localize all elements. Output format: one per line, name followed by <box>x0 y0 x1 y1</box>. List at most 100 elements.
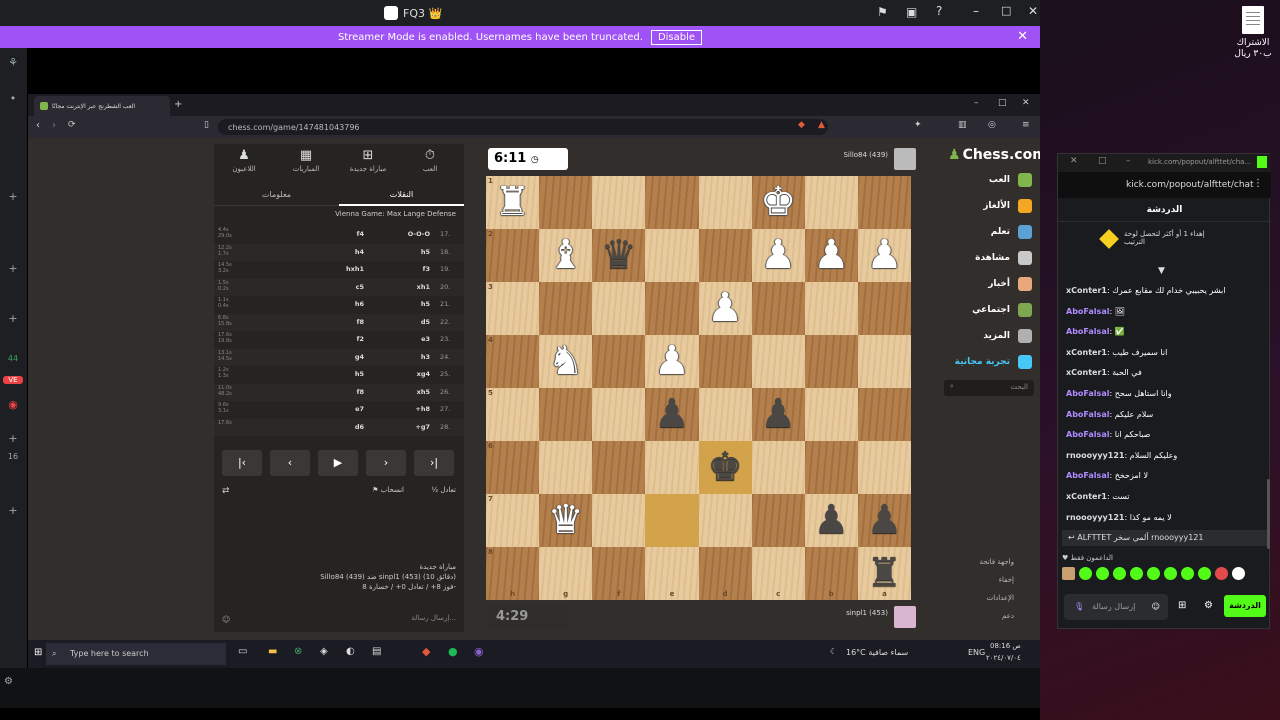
board-square[interactable]: a ♜ <box>857 547 911 600</box>
bookmark-icon[interactable]: ▯ <box>204 120 209 130</box>
chat-username[interactable]: rnoooyyy121 <box>1066 451 1124 460</box>
chat-message[interactable]: AboFalsal: سلام عليكم <box>1066 405 1259 425</box>
black-queen-icon[interactable]: ♛ <box>592 229 645 282</box>
move-row[interactable]: 17.6s 19.8s 23. e3 f2 <box>214 331 464 348</box>
settings-icon[interactable]: ⚙ <box>4 676 13 687</box>
nav-item[interactable]: أخبار <box>952 274 1032 294</box>
white-move[interactable]: h5 <box>390 248 430 256</box>
chat-username[interactable]: xConter1 <box>1066 492 1107 501</box>
white-move[interactable]: +g7 <box>390 423 430 431</box>
move-row[interactable]: 12.2s 1.7s 18. h5 h4 <box>214 243 464 261</box>
white-king-icon[interactable]: ♚ <box>752 176 805 229</box>
board-square[interactable]: g <box>539 547 593 600</box>
inbox-icon[interactable]: ⚑ <box>877 5 888 19</box>
gift-icon[interactable]: ⊞ <box>1178 600 1186 611</box>
chat-message-input[interactable]: 🎙 إرسال رسالة ☺ <box>1064 594 1168 620</box>
emote-icon[interactable] <box>1232 567 1245 580</box>
store-icon[interactable]: ▤ <box>372 646 381 657</box>
minimize-icon[interactable]: – <box>974 98 979 108</box>
white-pawn-icon[interactable]: ♟ <box>752 229 805 282</box>
clock-date[interactable]: ٢٠٢٤/٠٧/٠٤ <box>986 654 1021 662</box>
board-square[interactable]: 4 <box>486 335 540 388</box>
white-move[interactable]: xh1 <box>390 283 430 291</box>
nav-item[interactable]: الألغاز <box>952 196 1032 216</box>
board-square[interactable] <box>698 494 752 547</box>
board-square[interactable] <box>592 388 646 441</box>
board-square[interactable]: 2 <box>486 229 540 282</box>
player-info[interactable]: sinpl1 (453) <box>786 606 916 630</box>
forward-icon[interactable]: › <box>52 120 56 131</box>
board-square[interactable] <box>592 441 646 494</box>
white-move[interactable]: h3 <box>390 353 430 361</box>
language[interactable]: ENG <box>968 648 985 657</box>
maximize-icon[interactable]: □ <box>998 98 1007 108</box>
url-input[interactable]: chess.com/game/147481043796 <box>218 119 828 135</box>
emoji-icon[interactable]: ☺ <box>222 615 230 624</box>
desktop-file-icon[interactable]: الاشتراك ب٣٠ ريال <box>1228 6 1278 60</box>
board-square[interactable]: ♞ <box>539 335 593 388</box>
move-row[interactable]: 13.1s 14.5s 24. h3 g4 <box>214 348 464 366</box>
board-square[interactable]: 3 <box>486 282 540 335</box>
chat-username[interactable]: AboFalsal <box>1066 307 1109 316</box>
white-move[interactable]: +h8 <box>390 405 430 413</box>
move-row[interactable]: 17.6s 28. +g7 d6 <box>214 418 464 436</box>
black-move[interactable]: hxh1 <box>324 265 364 273</box>
board-square[interactable] <box>645 441 699 494</box>
board-square[interactable] <box>592 335 646 388</box>
xbox-icon[interactable]: ⊗ <box>294 646 302 657</box>
settings-item[interactable]: الإعدادات <box>952 594 1032 602</box>
white-move[interactable]: xh5 <box>390 388 430 396</box>
nav-item[interactable]: مشاهدة <box>952 248 1032 268</box>
board-square[interactable]: ♚ <box>751 176 805 229</box>
previous-move-button[interactable]: ‹ <box>270 450 310 476</box>
chat-message[interactable]: AboFalsal: وانا استاهل سحح <box>1066 384 1259 404</box>
chat-username[interactable]: AboFalsal <box>1066 430 1109 439</box>
board-square[interactable] <box>698 388 752 441</box>
board-square[interactable] <box>645 176 699 229</box>
clock-time[interactable]: 08:16 ص <box>990 642 1021 650</box>
black-move[interactable]: e7 <box>324 405 364 413</box>
app-icon[interactable]: ◉ <box>474 645 484 658</box>
resign-button[interactable]: ⚑ انسحاب <box>372 486 404 494</box>
board-square[interactable] <box>698 335 752 388</box>
black-move[interactable]: h5 <box>324 370 364 378</box>
chat-message[interactable]: xConter1: في الحبة <box>1066 363 1259 383</box>
board-square[interactable]: 5 <box>486 388 540 441</box>
board-square[interactable]: 1 ♜ <box>486 176 540 229</box>
chat-message[interactable]: AboFalsal: صباحكم انا <box>1066 425 1259 445</box>
chat-username[interactable]: xConter1 <box>1066 368 1107 377</box>
brave-icon[interactable]: ◆ <box>422 645 430 658</box>
emote-icon[interactable] <box>1130 567 1143 580</box>
back-icon[interactable]: ‹ <box>36 120 40 131</box>
kick-url[interactable]: kick.com/popout/alfttet/chat <box>1126 180 1254 190</box>
flip-board-icon[interactable]: ⇄ <box>222 486 230 496</box>
board-square[interactable]: ♛ <box>539 494 593 547</box>
emote-icon[interactable] <box>1113 567 1126 580</box>
black-king-icon[interactable]: ♚ <box>699 441 752 494</box>
board-square[interactable]: ♟ <box>751 229 805 282</box>
maximize-icon[interactable]: □ <box>1001 4 1011 17</box>
extension-icon[interactable]: ✦ <box>914 120 922 130</box>
emote-icon[interactable] <box>1198 567 1211 580</box>
chat-input[interactable]: ☺ إرسال رسالة... <box>222 614 456 628</box>
minimize-icon[interactable]: – <box>973 4 979 18</box>
vpn-icon[interactable]: ◎ <box>988 120 996 130</box>
black-pawn-icon[interactable]: ♟ <box>805 494 858 547</box>
black-rook-icon[interactable]: ♜ <box>858 547 911 600</box>
chat-message[interactable]: xConter1: ابشر يحبيبي خدام لك مقابع عمرك <box>1066 281 1259 301</box>
add-icon[interactable]: + <box>3 262 23 275</box>
move-row[interactable]: 1.2s 1.3s 25. xg4 h5 <box>214 366 464 383</box>
board-square[interactable] <box>539 176 593 229</box>
white-rook-icon[interactable]: ♜ <box>486 176 539 229</box>
help-icon[interactable]: ? <box>936 4 942 18</box>
white-move[interactable]: xg4 <box>390 370 430 378</box>
white-knight-icon[interactable]: ♞ <box>539 335 592 388</box>
next-move-button[interactable]: › <box>366 450 406 476</box>
board-square[interactable] <box>804 176 858 229</box>
board-square[interactable] <box>751 441 805 494</box>
play-button[interactable]: ▶ <box>318 450 358 476</box>
emoji-icon[interactable]: ☺ <box>1152 594 1160 620</box>
new-tab-icon[interactable]: + <box>174 99 182 110</box>
add-icon[interactable]: + <box>3 432 23 445</box>
start-icon[interactable]: ⊞ <box>34 647 42 658</box>
